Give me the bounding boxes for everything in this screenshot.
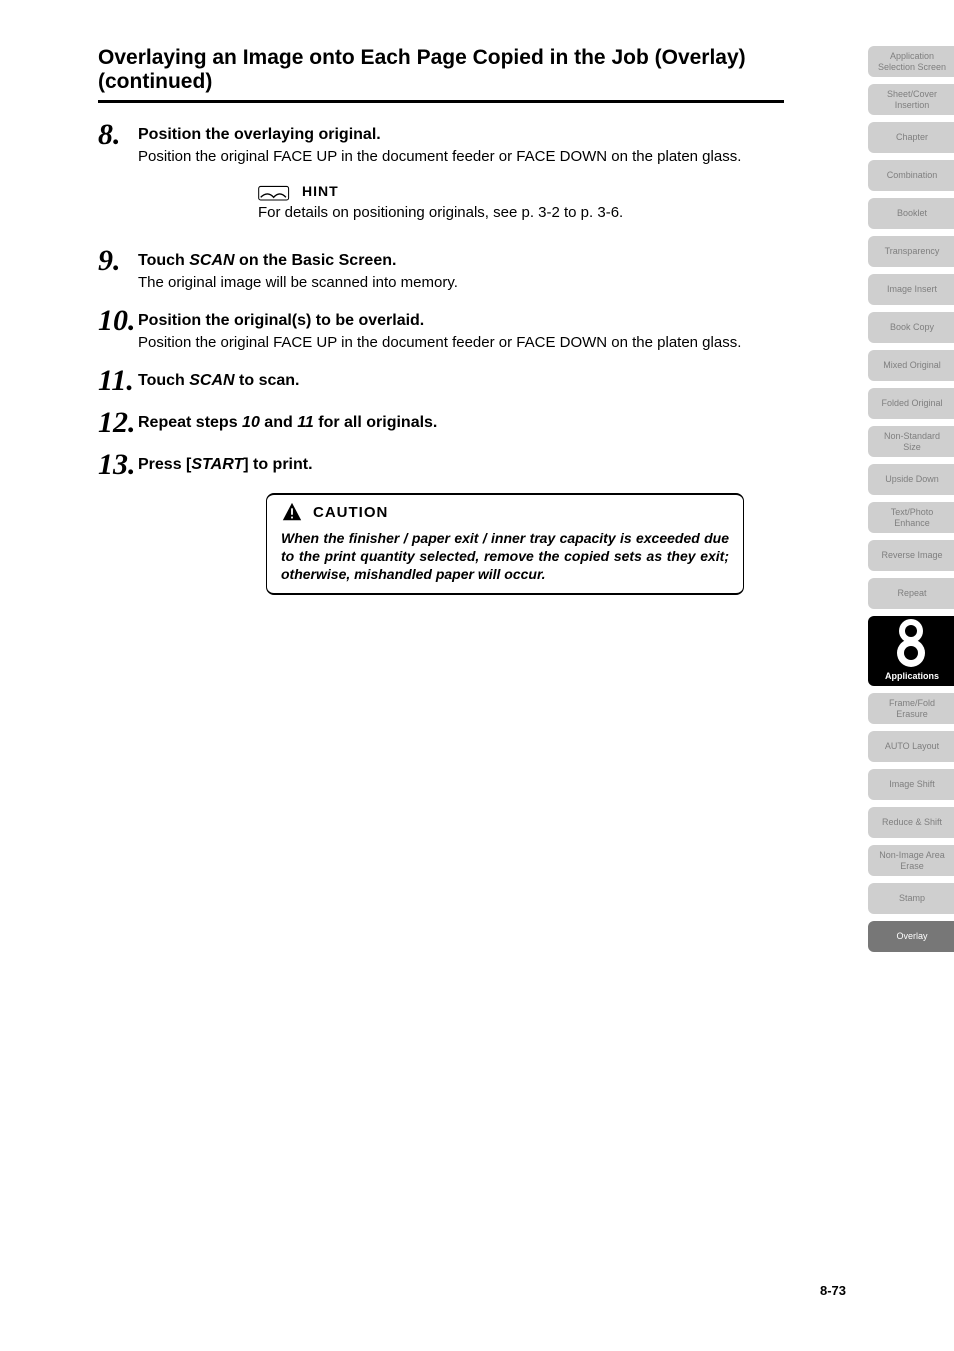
caution-text: When the finisher / paper exit / inner t… (281, 529, 729, 583)
sidebar-tab: Combination (868, 160, 954, 191)
step-number: 10. (98, 307, 138, 353)
sidebar-tab: Frame/Fold Erasure (868, 693, 954, 724)
sidebar-tab: Image Shift (868, 769, 954, 800)
page-number: 8-73 (820, 1283, 846, 1298)
sidebar-tab: Folded Original (868, 388, 954, 419)
sidebar-tab: Chapter (868, 122, 954, 153)
title-rule (98, 100, 784, 103)
step-13: 13. Press [START] to print. (98, 451, 784, 479)
sidebar-tab: Reverse Image (868, 540, 954, 571)
sidebar-tab: Image Insert (868, 274, 954, 305)
hint-text: For details on positioning originals, se… (258, 203, 784, 223)
step-heading: Position the original(s) to be overlaid. (138, 311, 784, 331)
sidebar-tab: Book Copy (868, 312, 954, 343)
caution-box: CAUTION When the finisher / paper exit /… (266, 493, 744, 595)
warning-triangle-icon (281, 501, 303, 523)
step-9: 9. Touch SCAN on the Basic Screen. The o… (98, 247, 784, 293)
sidebar-tab: Sheet/Cover Insertion (868, 84, 954, 115)
hint-label: HINT (302, 181, 339, 201)
step-detail: Position the original FACE UP in the doc… (138, 147, 784, 167)
step-number: 11. (98, 367, 138, 395)
sidebar-tab: Reduce & Shift (868, 807, 954, 838)
chapter-label: Applications (885, 671, 939, 682)
step-detail: The original image will be scanned into … (138, 273, 784, 293)
step-8: 8. Position the overlaying original. Pos… (98, 121, 784, 233)
sidebar-tab-current: Overlay (868, 921, 954, 952)
step-number: 8. (98, 121, 138, 233)
step-10: 10. Position the original(s) to be overl… (98, 307, 784, 353)
sidebar: Application Selection Screen Sheet/Cover… (868, 46, 954, 952)
step-heading: Touch SCAN to scan. (138, 371, 784, 391)
step-12: 12. Repeat steps 10 and 11 for all origi… (98, 409, 784, 437)
sidebar-tab: Transparency (868, 236, 954, 267)
hint-icon (258, 181, 292, 201)
page-title: Overlaying an Image onto Each Page Copie… (98, 46, 784, 94)
sidebar-tab: Text/Photo Enhance (868, 502, 954, 533)
sidebar-tab: Mixed Original (868, 350, 954, 381)
sidebar-tab: Booklet (868, 198, 954, 229)
hint-block: HINT For details on positioning original… (258, 181, 784, 223)
step-detail: Position the original FACE UP in the doc… (138, 333, 784, 353)
step-11: 11. Touch SCAN to scan. (98, 367, 784, 395)
step-heading: Press [START] to print. (138, 455, 784, 475)
step-heading: Touch SCAN on the Basic Screen. (138, 251, 784, 271)
sidebar-tab: Application Selection Screen (868, 46, 954, 77)
step-heading: Position the overlaying original. (138, 125, 784, 145)
step-number: 12. (98, 409, 138, 437)
step-number: 9. (98, 247, 138, 293)
sidebar-tab: Stamp (868, 883, 954, 914)
sidebar-tab: Non-Image Area Erase (868, 845, 954, 876)
sidebar-chapter-tab: Applications (868, 616, 954, 686)
sidebar-tab: AUTO Layout (868, 731, 954, 762)
chapter-8-icon (891, 614, 931, 670)
step-heading: Repeat steps 10 and 11 for all originals… (138, 413, 784, 433)
sidebar-tab: Non-Standard Size (868, 426, 954, 457)
step-number: 13. (98, 451, 138, 479)
caution-label: CAUTION (313, 504, 388, 521)
sidebar-tab: Repeat (868, 578, 954, 609)
sidebar-tab: Upside Down (868, 464, 954, 495)
